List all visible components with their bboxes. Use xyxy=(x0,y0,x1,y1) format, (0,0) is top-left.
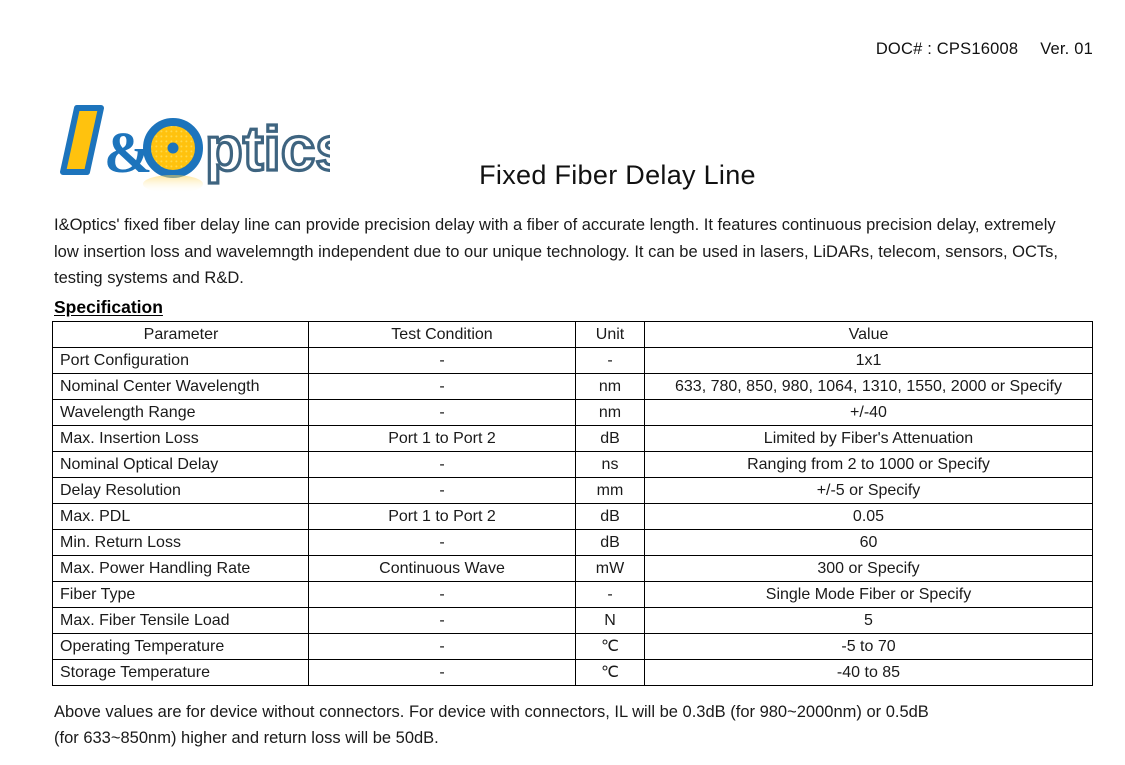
cell-parameter: Storage Temperature xyxy=(52,659,309,686)
doc-version: Ver. 01 xyxy=(1040,40,1093,58)
cell-value: 60 xyxy=(644,529,1093,556)
cell-parameter: Nominal Center Wavelength xyxy=(52,373,309,400)
cell-test-condition: - xyxy=(308,373,576,400)
column-header-test-condition: Test Condition xyxy=(308,321,576,348)
cell-value: -40 to 85 xyxy=(644,659,1093,686)
table-row: Min. Return Loss - dB 60 xyxy=(52,529,1093,556)
cell-unit: dB xyxy=(575,529,645,556)
cell-value: 633, 780, 850, 980, 1064, 1310, 1550, 20… xyxy=(644,373,1093,400)
cell-unit: ns xyxy=(575,451,645,478)
table-row: Delay Resolution - mm +/-5 or Specify xyxy=(52,477,1093,504)
cell-unit: ℃ xyxy=(575,633,645,660)
column-header-unit: Unit xyxy=(575,321,645,348)
column-header-value: Value xyxy=(644,321,1093,348)
cell-unit: dB xyxy=(575,425,645,452)
cell-unit: mW xyxy=(575,555,645,582)
cell-value: -5 to 70 xyxy=(644,633,1093,660)
cell-test-condition: - xyxy=(308,581,576,608)
specification-heading: Specification xyxy=(54,297,163,317)
table-row: Max. Fiber Tensile Load - N 5 xyxy=(52,607,1093,634)
table-row: Max. Power Handling Rate Continuous Wave… xyxy=(52,555,1093,582)
footnote: Above values are for device without conn… xyxy=(54,699,1084,751)
table-row: Nominal Optical Delay - ns Ranging from … xyxy=(52,451,1093,478)
table-row: Max. PDL Port 1 to Port 2 dB 0.05 xyxy=(52,503,1093,530)
table-row: Fiber Type - - Single Mode Fiber or Spec… xyxy=(52,581,1093,608)
cell-value: Limited by Fiber's Attenuation xyxy=(644,425,1093,452)
specification-table: Parameter Test Condition Unit Value Port… xyxy=(52,321,1093,686)
cell-test-condition: - xyxy=(308,399,576,426)
cell-value: 1x1 xyxy=(644,347,1093,374)
cell-parameter: Wavelength Range xyxy=(52,399,309,426)
cell-value: +/-40 xyxy=(644,399,1093,426)
cell-value: +/-5 or Specify xyxy=(644,477,1093,504)
table-row: Storage Temperature - ℃ -40 to 85 xyxy=(52,659,1093,686)
cell-value: 0.05 xyxy=(644,503,1093,530)
cell-unit: nm xyxy=(575,399,645,426)
cell-test-condition: Port 1 to Port 2 xyxy=(308,503,576,530)
cell-value: Single Mode Fiber or Specify xyxy=(644,581,1093,608)
cell-value: 5 xyxy=(644,607,1093,634)
cell-unit: - xyxy=(575,347,645,374)
doc-number: DOC# : CPS16008 xyxy=(875,40,1019,58)
cell-test-condition: - xyxy=(308,347,576,374)
cell-parameter: Operating Temperature xyxy=(52,633,309,660)
cell-test-condition: - xyxy=(308,659,576,686)
footnote-line-2: (for 633~850nm) higher and return loss w… xyxy=(54,729,439,747)
cell-parameter: Nominal Optical Delay xyxy=(52,451,309,478)
cell-test-condition: Continuous Wave xyxy=(308,555,576,582)
cell-test-condition: - xyxy=(308,477,576,504)
cell-value: 300 or Specify xyxy=(644,555,1093,582)
cell-parameter: Fiber Type xyxy=(52,581,309,608)
cell-parameter: Max. Fiber Tensile Load xyxy=(52,607,309,634)
cell-parameter: Port Configuration xyxy=(52,347,309,374)
cell-unit: dB xyxy=(575,503,645,530)
table-row: Port Configuration - - 1x1 xyxy=(52,347,1093,374)
cell-unit: - xyxy=(575,581,645,608)
intro-paragraph: I&Optics' fixed fiber delay line can pro… xyxy=(54,216,1059,287)
table-row: Wavelength Range - nm +/-40 xyxy=(52,399,1093,426)
cell-test-condition: - xyxy=(308,607,576,634)
cell-unit: ℃ xyxy=(575,659,645,686)
footnote-line-1: Above values are for device without conn… xyxy=(54,703,929,721)
cell-parameter: Max. Power Handling Rate xyxy=(52,555,309,582)
cell-unit: N xyxy=(575,607,645,634)
cell-parameter: Max. PDL xyxy=(52,503,309,530)
table-header-row: Parameter Test Condition Unit Value xyxy=(52,321,1093,348)
cell-test-condition: Port 1 to Port 2 xyxy=(308,425,576,452)
cell-parameter: Max. Insertion Loss xyxy=(52,425,309,452)
cell-test-condition: - xyxy=(308,633,576,660)
document-header-meta: DOC# : CPS16008 Ver. 01 xyxy=(876,40,1093,59)
cell-unit: nm xyxy=(575,373,645,400)
cell-parameter: Delay Resolution xyxy=(52,477,309,504)
cell-test-condition: - xyxy=(308,529,576,556)
page-title: Fixed Fiber Delay Line xyxy=(479,160,756,190)
table-row: Operating Temperature - ℃ -5 to 70 xyxy=(52,633,1093,660)
cell-unit: mm xyxy=(575,477,645,504)
cell-test-condition: - xyxy=(308,451,576,478)
table-row: Nominal Center Wavelength - nm 633, 780,… xyxy=(52,373,1093,400)
cell-value: Ranging from 2 to 1000 or Specify xyxy=(644,451,1093,478)
spec-table-body: Parameter Test Condition Unit Value Port… xyxy=(52,321,1093,686)
table-row: Max. Insertion Loss Port 1 to Port 2 dB … xyxy=(52,425,1093,452)
column-header-parameter: Parameter xyxy=(52,321,309,348)
cell-parameter: Min. Return Loss xyxy=(52,529,309,556)
